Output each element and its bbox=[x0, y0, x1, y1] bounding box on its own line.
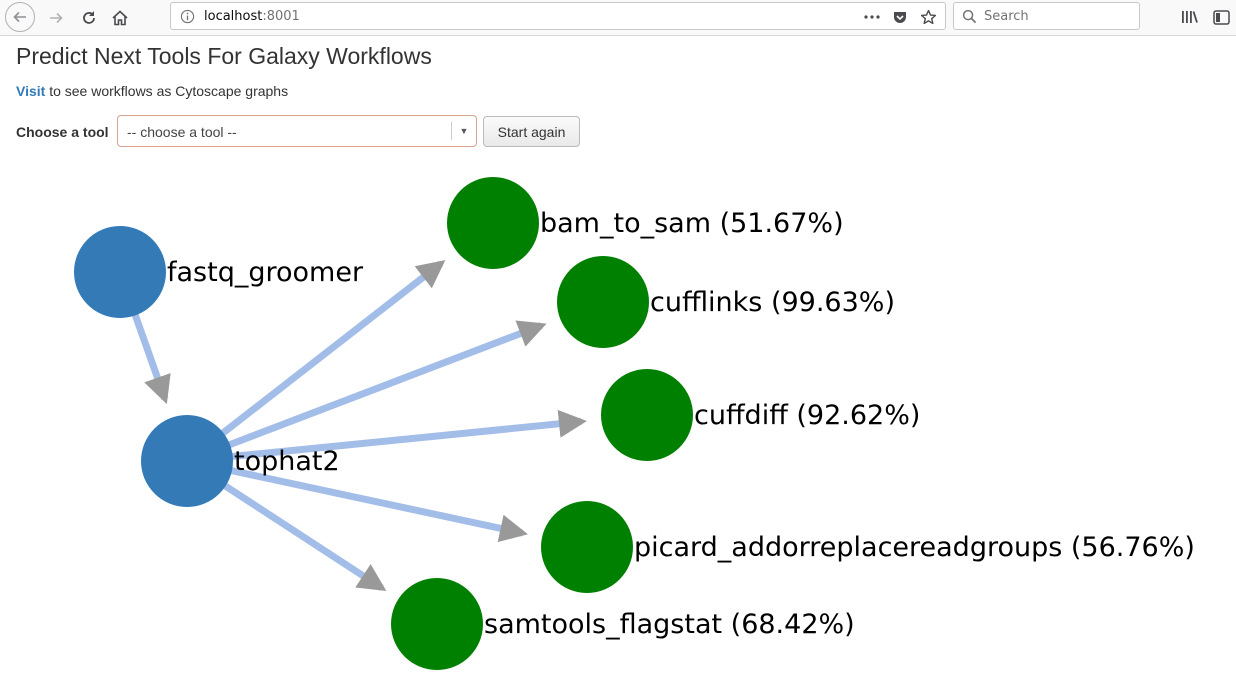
library-icon bbox=[1182, 11, 1198, 23]
reload-icon bbox=[83, 11, 95, 24]
url-port: :8001 bbox=[262, 9, 300, 24]
node-label-cuffdiff: cuffdiff (92.62%) bbox=[694, 400, 920, 431]
node-label-bam_to_sam: bam_to_sam (51.67%) bbox=[540, 208, 844, 239]
library-button[interactable] bbox=[1179, 6, 1201, 28]
bookmark-star-icon bbox=[920, 9, 936, 24]
node-label-samtools_flagstat: samtools_flagstat (68.42%) bbox=[484, 609, 855, 640]
browser-toolbar: localhost:8001 bbox=[0, 0, 1236, 36]
back-button[interactable] bbox=[5, 2, 35, 32]
sidebar-button[interactable] bbox=[1210, 6, 1232, 28]
edge-tophat2-to-samtools_flagstat bbox=[208, 473, 387, 592]
visit-text: to see workflows as Cytoscape graphs bbox=[45, 83, 289, 99]
edge-tophat2-to-bam_to_sam bbox=[206, 260, 446, 447]
node-fastq_groomer[interactable] bbox=[74, 226, 166, 318]
page-actions-button[interactable] bbox=[863, 8, 881, 26]
workflow-graph: fastq_groomer tophat2 bam_to_sam (51.67%) c… bbox=[74, 177, 1195, 670]
tool-select-value: -- choose a tool -- bbox=[127, 124, 237, 140]
node-label-tophat2: tophat2 bbox=[234, 446, 340, 477]
node-label-picard_addorreplacereadgroups: picard_addorreplacereadgroups (56.76%) bbox=[634, 532, 1195, 563]
start-again-button[interactable]: Start again bbox=[483, 116, 580, 147]
info-icon[interactable] bbox=[180, 9, 195, 24]
node-bam_to_sam[interactable] bbox=[447, 177, 539, 269]
visit-link[interactable]: Visit bbox=[16, 83, 45, 99]
pocket-button[interactable] bbox=[891, 8, 909, 26]
url-bar[interactable]: localhost:8001 bbox=[170, 2, 946, 30]
home-button[interactable] bbox=[106, 4, 134, 32]
node-cuffdiff[interactable] bbox=[601, 369, 693, 461]
url-text[interactable]: localhost:8001 bbox=[204, 9, 300, 24]
tool-select[interactable]: -- choose a tool -- ▼ bbox=[117, 115, 477, 147]
search-bar[interactable] bbox=[953, 2, 1140, 30]
node-label-fastq_groomer: fastq_groomer bbox=[167, 257, 364, 288]
bookmark-button[interactable] bbox=[919, 8, 937, 26]
chevron-down-icon[interactable]: ▼ bbox=[451, 122, 476, 140]
back-icon bbox=[13, 11, 26, 23]
node-cufflinks[interactable] bbox=[557, 256, 649, 348]
forward-button[interactable] bbox=[42, 4, 70, 32]
node-tophat2[interactable] bbox=[141, 415, 233, 507]
visit-line: Visit to see workflows as Cytoscape grap… bbox=[16, 83, 288, 99]
pocket-icon bbox=[894, 12, 906, 23]
page-title: Predict Next Tools For Galaxy Workflows bbox=[16, 43, 432, 69]
node-label-cufflinks: cufflinks (99.63%) bbox=[650, 287, 895, 318]
search-icon bbox=[962, 9, 977, 24]
more-icon bbox=[864, 15, 880, 19]
url-host: localhost bbox=[204, 9, 263, 24]
choose-tool-label: Choose a tool bbox=[16, 124, 109, 140]
search-input[interactable] bbox=[984, 7, 1134, 25]
reload-button[interactable] bbox=[75, 4, 103, 32]
node-samtools_flagstat[interactable] bbox=[391, 578, 483, 670]
node-picard_addorreplacereadgroups[interactable] bbox=[541, 501, 633, 593]
home-icon bbox=[112, 10, 128, 26]
sidebar-icon bbox=[1212, 9, 1230, 25]
forward-icon bbox=[50, 12, 63, 24]
